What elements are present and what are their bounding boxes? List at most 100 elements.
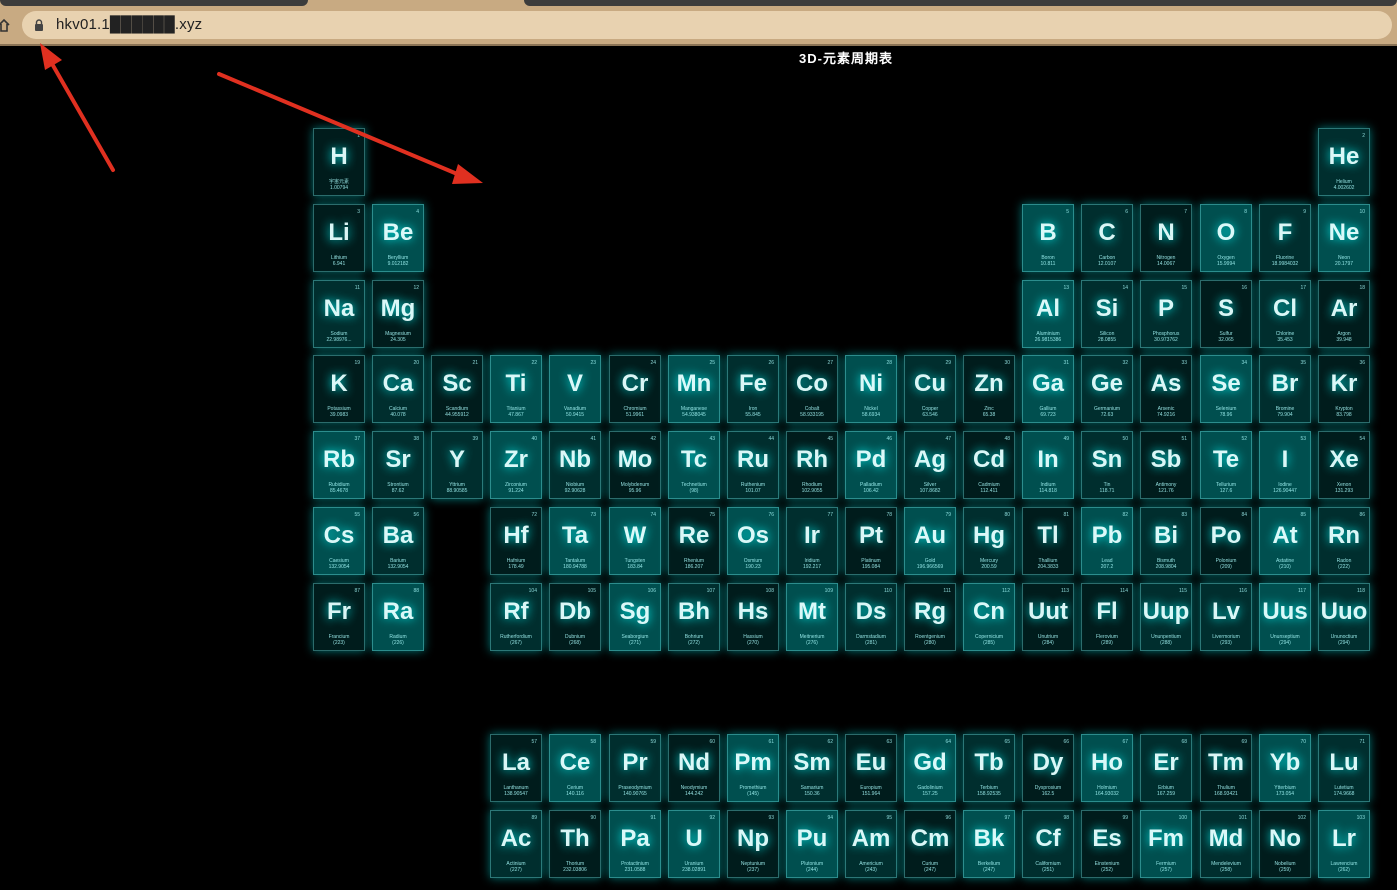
- element-tile-ag[interactable]: 47 Ag Silver 107.8682: [904, 431, 956, 499]
- element-tile-b[interactable]: 5 B Boron 10.811: [1022, 204, 1074, 272]
- element-tile-hf[interactable]: 72 Hf Hafnium 178.49: [490, 507, 542, 575]
- element-tile-cs[interactable]: 55 Cs Caesium 132.9054: [313, 507, 365, 575]
- element-tile-tc[interactable]: 43 Tc Technetium (98): [668, 431, 720, 499]
- element-tile-os[interactable]: 76 Os Osmium 190.23: [727, 507, 779, 575]
- element-tile-na[interactable]: 11 Na Sodium 22.98976...: [313, 280, 365, 348]
- element-tile-pr[interactable]: 59 Pr Praseodymium 140.90765: [609, 734, 661, 802]
- element-tile-re[interactable]: 75 Re Rhenium 186.207: [668, 507, 720, 575]
- element-tile-rn[interactable]: 86 Rn Radon (222): [1318, 507, 1370, 575]
- element-tile-tm[interactable]: 69 Tm Thulium 168.93421: [1200, 734, 1252, 802]
- element-tile-ta[interactable]: 73 Ta Tantalum 180.94788: [549, 507, 601, 575]
- element-tile-p[interactable]: 15 P Phosphorus 30.973762: [1140, 280, 1192, 348]
- element-tile-cf[interactable]: 98 Cf Californium (251): [1022, 810, 1074, 878]
- element-tile-ca[interactable]: 20 Ca Calcium 40.078: [372, 355, 424, 423]
- element-tile-hg[interactable]: 80 Hg Mercury 200.59: [963, 507, 1015, 575]
- element-tile-rg[interactable]: 111 Rg Roentgenium (280): [904, 583, 956, 651]
- element-tile-uus[interactable]: 117 Uus Ununseptium (294): [1259, 583, 1311, 651]
- element-tile-xe[interactable]: 54 Xe Xenon 131.293: [1318, 431, 1370, 499]
- element-tile-th[interactable]: 90 Th Thorium 232.03806: [549, 810, 601, 878]
- element-tile-at[interactable]: 85 At Astatine (210): [1259, 507, 1311, 575]
- element-tile-pt[interactable]: 78 Pt Platinum 195.084: [845, 507, 897, 575]
- element-tile-am[interactable]: 95 Am Americium (243): [845, 810, 897, 878]
- element-tile-nd[interactable]: 60 Nd Neodymium 144.242: [668, 734, 720, 802]
- element-tile-y[interactable]: 39 Y Yttrium 88.90585: [431, 431, 483, 499]
- element-tile-ni[interactable]: 28 Ni Nickel 58.6934: [845, 355, 897, 423]
- element-tile-ho[interactable]: 67 Ho Holmium 164.93032: [1081, 734, 1133, 802]
- element-tile-rf[interactable]: 104 Rf Rutherfordium (267): [490, 583, 542, 651]
- element-tile-cl[interactable]: 17 Cl Chlorine 35.453: [1259, 280, 1311, 348]
- element-tile-cn[interactable]: 112 Cn Copernicium (285): [963, 583, 1015, 651]
- element-tile-hs[interactable]: 108 Hs Hassium (270): [727, 583, 779, 651]
- element-tile-lu[interactable]: 71 Lu Lutetium 174.9668: [1318, 734, 1370, 802]
- element-tile-zn[interactable]: 30 Zn Zinc 65.38: [963, 355, 1015, 423]
- element-tile-zr[interactable]: 40 Zr Zirconium 91.224: [490, 431, 542, 499]
- element-tile-li[interactable]: 3 Li Lithium 6.941: [313, 204, 365, 272]
- element-tile-la[interactable]: 57 La Lanthanum 138.90547: [490, 734, 542, 802]
- element-tile-cu[interactable]: 29 Cu Copper 63.546: [904, 355, 956, 423]
- element-tile-ne[interactable]: 10 Ne Neon 20.1797: [1318, 204, 1370, 272]
- element-tile-sg[interactable]: 106 Sg Seaborgium (271): [609, 583, 661, 651]
- element-tile-sn[interactable]: 50 Sn Tin 118.71: [1081, 431, 1133, 499]
- element-tile-al[interactable]: 13 Al Aluminium 26.9815386: [1022, 280, 1074, 348]
- element-tile-es[interactable]: 99 Es Einstenium (252): [1081, 810, 1133, 878]
- element-tile-ra[interactable]: 88 Ra Radium (226): [372, 583, 424, 651]
- element-tile-sr[interactable]: 38 Sr Strontium 87.62: [372, 431, 424, 499]
- element-tile-fl[interactable]: 114 Fl Flerovium (289): [1081, 583, 1133, 651]
- element-tile-no[interactable]: 102 No Nobelium (259): [1259, 810, 1311, 878]
- element-tile-br[interactable]: 35 Br Bromine 79.904: [1259, 355, 1311, 423]
- element-tile-yb[interactable]: 70 Yb Ytterbium 173.054: [1259, 734, 1311, 802]
- element-tile-uut[interactable]: 113 Uut Unutrium (284): [1022, 583, 1074, 651]
- element-tile-mn[interactable]: 25 Mn Manganese 54.938045: [668, 355, 720, 423]
- element-tile-mt[interactable]: 109 Mt Meitnerium (276): [786, 583, 838, 651]
- element-tile-o[interactable]: 8 O Oxygen 15.9994: [1200, 204, 1252, 272]
- element-tile-ir[interactable]: 77 Ir Iridium 192.217: [786, 507, 838, 575]
- element-tile-ac[interactable]: 89 Ac Actinium (227): [490, 810, 542, 878]
- element-tile-dy[interactable]: 66 Dy Dysprosium 162.5: [1022, 734, 1074, 802]
- element-tile-er[interactable]: 68 Er Erbium 167.259: [1140, 734, 1192, 802]
- element-tile-np[interactable]: 93 Np Neptunium (237): [727, 810, 779, 878]
- element-tile-fm[interactable]: 100 Fm Fermium (257): [1140, 810, 1192, 878]
- element-tile-pb[interactable]: 82 Pb Lead 207.2: [1081, 507, 1133, 575]
- element-tile-tb[interactable]: 65 Tb Terbium 158.92535: [963, 734, 1015, 802]
- element-tile-sm[interactable]: 62 Sm Samarium 150.36: [786, 734, 838, 802]
- element-tile-si[interactable]: 14 Si Silicon 28.0855: [1081, 280, 1133, 348]
- element-tile-ga[interactable]: 31 Ga Gallium 69.723: [1022, 355, 1074, 423]
- element-tile-rb[interactable]: 37 Rb Rubidium 85.4678: [313, 431, 365, 499]
- element-tile-c[interactable]: 6 C Carbon 12.0107: [1081, 204, 1133, 272]
- element-tile-pa[interactable]: 91 Pa Protactinium 231.0588: [609, 810, 661, 878]
- element-tile-ti[interactable]: 22 Ti Titanium 47.867: [490, 355, 542, 423]
- element-tile-po[interactable]: 84 Po Polonium (209): [1200, 507, 1252, 575]
- element-tile-pu[interactable]: 94 Pu Plutonium (244): [786, 810, 838, 878]
- element-tile-cm[interactable]: 96 Cm Curium (247): [904, 810, 956, 878]
- element-tile-lv[interactable]: 116 Lv Livermorium (293): [1200, 583, 1252, 651]
- element-tile-bk[interactable]: 97 Bk Berkelium (247): [963, 810, 1015, 878]
- element-tile-co[interactable]: 27 Co Cobalt 58.933195: [786, 355, 838, 423]
- element-tile-uuo[interactable]: 118 Uuo Ununoctium (294): [1318, 583, 1370, 651]
- element-tile-v[interactable]: 23 V Vanadium 50.9415: [549, 355, 601, 423]
- element-tile-sc[interactable]: 21 Sc Scandium 44.955912: [431, 355, 483, 423]
- element-tile-ru[interactable]: 44 Ru Ruthenium 101.07: [727, 431, 779, 499]
- element-tile-h[interactable]: 1 H 宇宙元素 1.00794: [313, 128, 365, 196]
- element-tile-te[interactable]: 52 Te Tellurium 127.6: [1200, 431, 1252, 499]
- element-tile-db[interactable]: 105 Db Dubnium (268): [549, 583, 601, 651]
- element-tile-ba[interactable]: 56 Ba Barium 132.9054: [372, 507, 424, 575]
- element-tile-lr[interactable]: 103 Lr Lawrencium (262): [1318, 810, 1370, 878]
- element-tile-i[interactable]: 53 I Iodine 126.90447: [1259, 431, 1311, 499]
- element-tile-au[interactable]: 79 Au Gold 196.966569: [904, 507, 956, 575]
- element-tile-u[interactable]: 92 U Uranium 238.02891: [668, 810, 720, 878]
- element-tile-in[interactable]: 49 In Indium 114.818: [1022, 431, 1074, 499]
- element-tile-kr[interactable]: 36 Kr Krypton 83.798: [1318, 355, 1370, 423]
- element-tile-s[interactable]: 16 S Sulfur 32.065: [1200, 280, 1252, 348]
- element-tile-ar[interactable]: 18 Ar Argon 39.948: [1318, 280, 1370, 348]
- element-tile-eu[interactable]: 63 Eu Europium 151.964: [845, 734, 897, 802]
- element-tile-f[interactable]: 9 F Fluorine 18.9984032: [1259, 204, 1311, 272]
- element-tile-fr[interactable]: 87 Fr Francium (223): [313, 583, 365, 651]
- element-tile-pm[interactable]: 61 Pm Promethium (145): [727, 734, 779, 802]
- element-tile-md[interactable]: 101 Md Mendelevium (258): [1200, 810, 1252, 878]
- element-tile-fe[interactable]: 26 Fe Iron 55.845: [727, 355, 779, 423]
- element-tile-ds[interactable]: 110 Ds Darmstadium (281): [845, 583, 897, 651]
- element-tile-bh[interactable]: 107 Bh Bohrium (272): [668, 583, 720, 651]
- element-tile-bi[interactable]: 83 Bi Bismuth 208.9804: [1140, 507, 1192, 575]
- element-tile-cr[interactable]: 24 Cr Chromium 51.9961: [609, 355, 661, 423]
- element-tile-mg[interactable]: 12 Mg Magnesium 24.305: [372, 280, 424, 348]
